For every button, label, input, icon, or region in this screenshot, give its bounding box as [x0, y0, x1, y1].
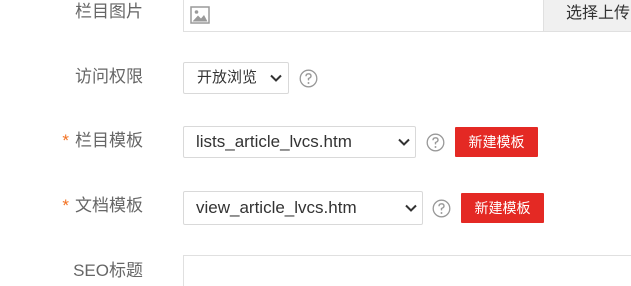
column-image-input[interactable]: 选择上传 — [183, 0, 631, 32]
doc-template-label: * 文档模板 — [0, 196, 143, 216]
access-select-value: 开放浏览 — [197, 69, 258, 86]
access-select[interactable]: 开放浏览 — [183, 62, 289, 94]
new-doc-template-button[interactable]: 新建模板 — [461, 193, 544, 223]
form-page: 栏目图片 选择上传 访问权限 开放浏览 * 栏目模板 lists_article_… — [0, 0, 631, 286]
chevron-down-icon — [405, 204, 417, 212]
chevron-down-icon — [270, 74, 282, 82]
column-image-label: 栏目图片 — [0, 2, 143, 22]
column-template-label-text: 栏目模板 — [75, 131, 143, 150]
required-mark: * — [62, 196, 69, 215]
help-icon[interactable] — [432, 199, 451, 218]
image-icon — [190, 6, 210, 24]
column-template-label: * 栏目模板 — [0, 131, 143, 151]
upload-button-label: 选择上传 — [566, 5, 631, 22]
doc-template-value: view_article_lvcs.htm — [196, 198, 357, 217]
help-icon[interactable] — [299, 69, 318, 88]
access-label-text: 访问权限 — [75, 67, 143, 86]
seo-title-input[interactable] — [183, 255, 631, 286]
seo-title-label-text: SEO标题 — [73, 261, 143, 280]
new-column-template-label: 新建模板 — [468, 134, 525, 150]
upload-button[interactable]: 选择上传 — [543, 0, 631, 31]
help-icon[interactable] — [426, 133, 445, 152]
column-template-value: lists_article_lvcs.htm — [196, 132, 352, 151]
column-template-select[interactable]: lists_article_lvcs.htm — [183, 126, 416, 158]
doc-template-label-text: 文档模板 — [75, 196, 143, 215]
seo-title-label: SEO标题 — [0, 261, 143, 281]
new-doc-template-label: 新建模板 — [474, 200, 531, 216]
required-mark: * — [62, 131, 69, 150]
chevron-down-icon — [398, 138, 410, 146]
access-label: 访问权限 — [0, 67, 143, 87]
column-image-label-text: 栏目图片 — [75, 2, 143, 21]
new-column-template-button[interactable]: 新建模板 — [455, 127, 538, 157]
doc-template-select[interactable]: view_article_lvcs.htm — [183, 191, 423, 225]
